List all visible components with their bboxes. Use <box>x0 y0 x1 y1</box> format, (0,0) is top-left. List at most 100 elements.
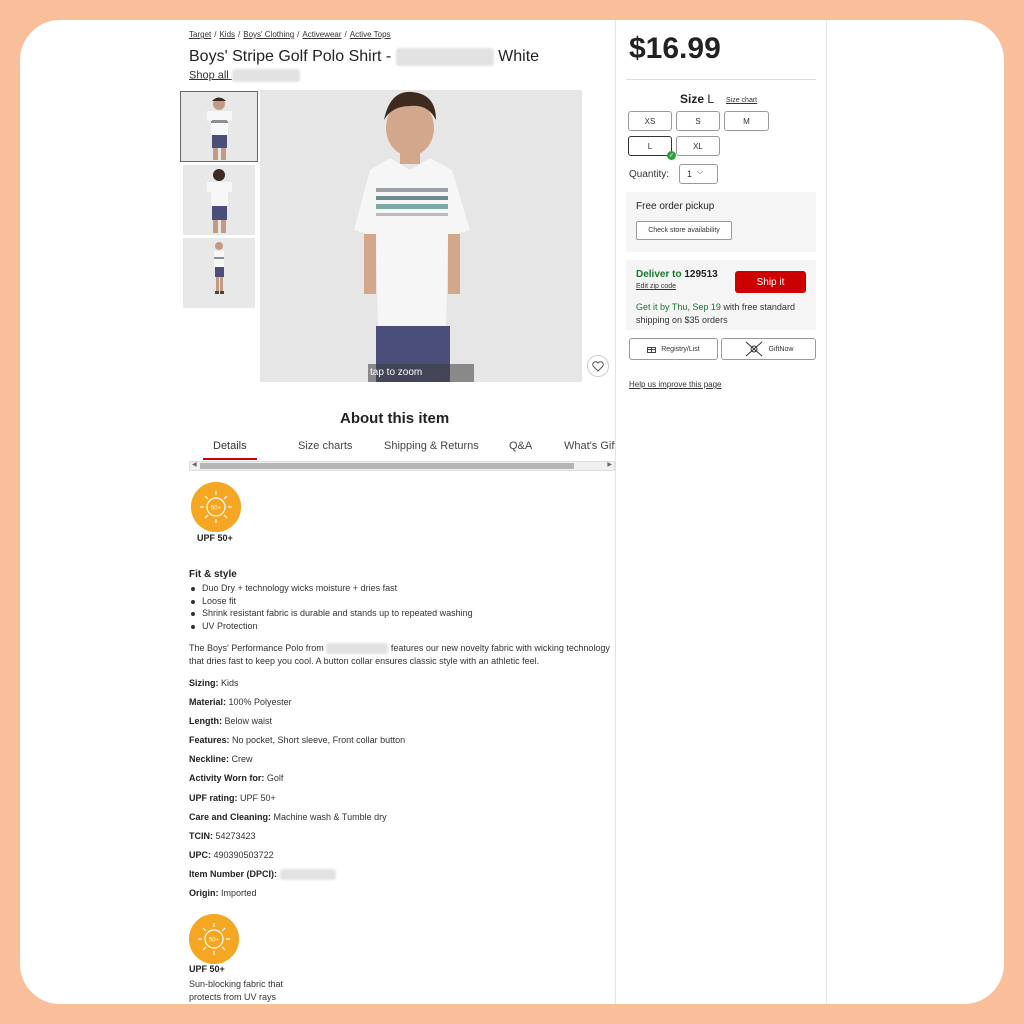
spec-value: Machine wash & Tumble dry <box>273 812 387 822</box>
favorite-button[interactable] <box>587 355 609 377</box>
scroll-left-arrow-icon[interactable]: ◀ <box>192 461 197 468</box>
sun-icon: 50+ <box>189 914 239 964</box>
thumbnail-back[interactable] <box>183 165 255 235</box>
product-description: The Boys' Performance Polo from features… <box>189 642 619 668</box>
sun-icon: 50+ <box>191 482 241 532</box>
fit-style-list: Duo Dry + technology wicks moisture + dr… <box>189 582 473 632</box>
upf-description: Sun-blocking fabric that protects from U… <box>189 978 283 1004</box>
size-chart-link[interactable]: Size chart <box>726 97 757 104</box>
spec-value: 54273423 <box>215 831 256 841</box>
spec-value: Imported <box>221 888 257 898</box>
redacted-brand <box>395 48 494 66</box>
breadcrumb-kids[interactable]: Kids <box>219 30 235 39</box>
spec-value: 100% Polyester <box>228 697 292 707</box>
divider <box>626 79 816 80</box>
redacted-brand <box>326 643 389 655</box>
tab-shipping-returns[interactable]: Shipping & Returns <box>384 440 479 460</box>
size-header: Size L <box>680 92 714 106</box>
checkmark-icon: ✓ <box>667 151 676 160</box>
heart-icon <box>592 360 604 372</box>
help-improve-link[interactable]: Help us improve this page <box>629 380 722 389</box>
tab-qa[interactable]: Q&A <box>509 440 532 460</box>
spec-row: Activity Worn for: Golf <box>189 773 283 783</box>
gift-icon <box>647 347 657 353</box>
spec-label: Neckline: <box>189 754 230 764</box>
spec-value: Golf <box>266 773 284 783</box>
spec-label: UPC: <box>189 850 211 860</box>
boy-full-image <box>214 242 224 294</box>
boy-back-image <box>207 169 232 233</box>
upf-badge-text: 50+ <box>211 506 222 512</box>
deliver-to: Deliver to 129513 <box>636 269 718 280</box>
tabs-scrollbar[interactable]: ◀ ▶ <box>189 461 615 471</box>
zip-code: 129513 <box>684 269 718 280</box>
tab-whats-giftnow[interactable]: What's GiftNow <box>564 440 615 460</box>
thumbnail-front[interactable] <box>180 91 258 162</box>
size-label: Size <box>680 92 705 106</box>
spec-row: Care and Cleaning: Machine wash & Tumble… <box>189 812 387 822</box>
thumbnail-full[interactable] <box>183 238 255 308</box>
fit-style-heading: Fit & style <box>189 569 237 580</box>
edit-zip-link[interactable]: Edit zip code <box>636 283 676 290</box>
tab-details[interactable]: Details <box>203 440 257 460</box>
shop-all-link[interactable]: Shop all <box>189 69 300 82</box>
breadcrumb: Target / Kids / Boys' Clothing / Activewear / Ac… <box>189 30 391 39</box>
check-store-availability-button[interactable]: Check store availability <box>636 221 732 240</box>
spec-value: Crew <box>231 754 253 764</box>
size-option-label: L <box>647 141 653 151</box>
main-product-image[interactable]: tap to zoom <box>260 90 582 382</box>
spec-label: Care and Cleaning: <box>189 812 272 822</box>
spec-row: Material: 100% Polyester <box>189 697 292 707</box>
spec-label: Material: <box>189 697 227 707</box>
get-it-by: Get it by Thu, Sep 19 <box>636 302 721 312</box>
spec-row: Origin: Imported <box>189 888 257 898</box>
quantity-select[interactable]: 1 ⌵ <box>679 164 718 184</box>
spec-label: UPF rating: <box>189 793 238 803</box>
redacted-dpci <box>279 869 336 881</box>
registry-list-button[interactable]: Registry/List <box>629 338 718 360</box>
spec-row: UPF rating: UPF 50+ <box>189 793 276 803</box>
size-option-xs[interactable]: XS <box>628 111 672 131</box>
breadcrumb-active-tops[interactable]: Active Tops <box>350 30 391 39</box>
spec-row: Item Number (DPCI): <box>189 869 336 881</box>
spec-row: Features: No pocket, Short sleeve, Front… <box>189 735 405 745</box>
list-item: UV Protection <box>189 620 473 633</box>
breadcrumb-target[interactable]: Target <box>189 30 211 39</box>
column-divider <box>826 20 827 1004</box>
quantity-label: Quantity: <box>629 169 670 180</box>
product-title: Boys' Stripe Golf Polo Shirt - White <box>189 48 539 66</box>
breadcrumb-activewear[interactable]: Activewear <box>302 30 341 39</box>
ship-it-button[interactable]: Ship it <box>735 271 806 293</box>
scroll-right-arrow-icon[interactable]: ▶ <box>607 461 612 468</box>
size-option-l[interactable]: L ✓ <box>628 136 676 160</box>
giftnow-label: GiftNow <box>768 345 794 353</box>
scrollbar-thumb[interactable] <box>200 463 574 469</box>
size-option-m[interactable]: M <box>724 111 769 131</box>
spec-label: Sizing: <box>189 678 219 688</box>
spec-label: Features: <box>189 735 230 745</box>
column-divider <box>615 20 616 1004</box>
spec-value: Kids <box>221 678 239 688</box>
about-heading: About this item <box>340 410 450 427</box>
spec-label: Activity Worn for: <box>189 773 265 783</box>
size-option-s[interactable]: S <box>676 111 720 131</box>
list-item: Shrink resistant fabric is durable and s… <box>189 607 473 620</box>
tab-size-charts[interactable]: Size charts <box>298 440 352 460</box>
details-tabs: Details Size charts Shipping & Returns Q… <box>189 440 615 462</box>
price: $16.99 <box>629 32 721 65</box>
spec-value: UPF 50+ <box>240 793 276 803</box>
size-value: L <box>707 92 715 106</box>
spec-row: Neckline: Crew <box>189 754 253 764</box>
redacted-brand <box>231 69 300 82</box>
breadcrumb-boys-clothing[interactable]: Boys' Clothing <box>243 30 294 39</box>
spec-label: TCIN: <box>189 831 213 841</box>
spec-label: Length: <box>189 716 222 726</box>
upf-label: UPF 50+ <box>197 533 233 543</box>
upf-bottom-label: UPF 50+ <box>189 964 225 974</box>
size-option-xl[interactable]: XL <box>676 136 720 156</box>
spec-row: TCIN: 54273423 <box>189 831 256 841</box>
boy-in-polo-image <box>260 90 582 382</box>
spec-row: UPC: 490390503722 <box>189 850 274 860</box>
quantity-value: 1 <box>687 169 693 179</box>
giftnow-button[interactable]: GiftNow <box>721 338 816 360</box>
